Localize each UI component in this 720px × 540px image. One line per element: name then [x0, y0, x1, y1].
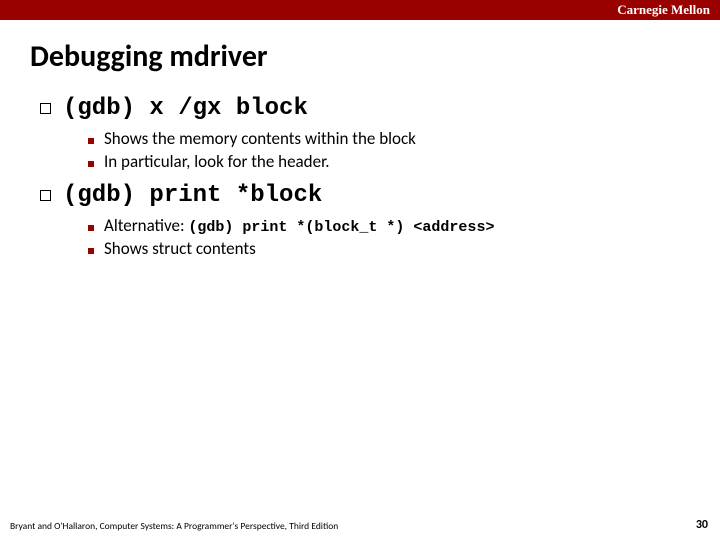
sub-item: Shows the memory contents within the blo… — [88, 128, 680, 149]
sub-item: Shows struct contents — [88, 238, 680, 259]
sub-text: Alternative: (gdb) print *(block_t *) <a… — [104, 215, 494, 236]
sub-list-2: Alternative: (gdb) print *(block_t *) <a… — [88, 215, 680, 259]
sub-list-1: Shows the memory contents within the blo… — [88, 128, 680, 172]
sub-item: In particular, look for the header. — [88, 151, 680, 172]
brand-label: Carnegie Mellon — [617, 2, 710, 18]
bullet-item-1: (gdb) x /gx block — [40, 95, 680, 122]
sub-text: Shows struct contents — [104, 238, 256, 259]
top-bar — [0, 0, 720, 20]
slide: Carnegie Mellon Debugging mdriver (gdb) … — [0, 0, 720, 540]
page-number: 30 — [696, 518, 708, 532]
sub-item: Alternative: (gdb) print *(block_t *) <a… — [88, 215, 680, 236]
square-bullet-icon — [40, 190, 51, 201]
gdb-command-2: (gdb) print *block — [63, 182, 322, 209]
square-bullet-icon — [40, 103, 51, 114]
sub-prefix: Alternative: — [104, 215, 188, 236]
footer-citation: Bryant and O'Hallaron, Computer Systems:… — [10, 520, 338, 532]
red-bullet-icon — [88, 161, 94, 167]
gdb-command-1: (gdb) x /gx block — [63, 95, 308, 122]
bullet-item-2: (gdb) print *block — [40, 182, 680, 209]
slide-title: Debugging mdriver — [0, 20, 720, 85]
red-bullet-icon — [88, 248, 94, 254]
red-bullet-icon — [88, 225, 94, 231]
content-area: (gdb) x /gx block Shows the memory conte… — [0, 95, 720, 259]
red-bullet-icon — [88, 138, 94, 144]
sub-text: In particular, look for the header. — [104, 151, 330, 172]
inline-code: (gdb) print *(block_t *) <address> — [188, 219, 494, 236]
sub-text: Shows the memory contents within the blo… — [104, 128, 416, 149]
